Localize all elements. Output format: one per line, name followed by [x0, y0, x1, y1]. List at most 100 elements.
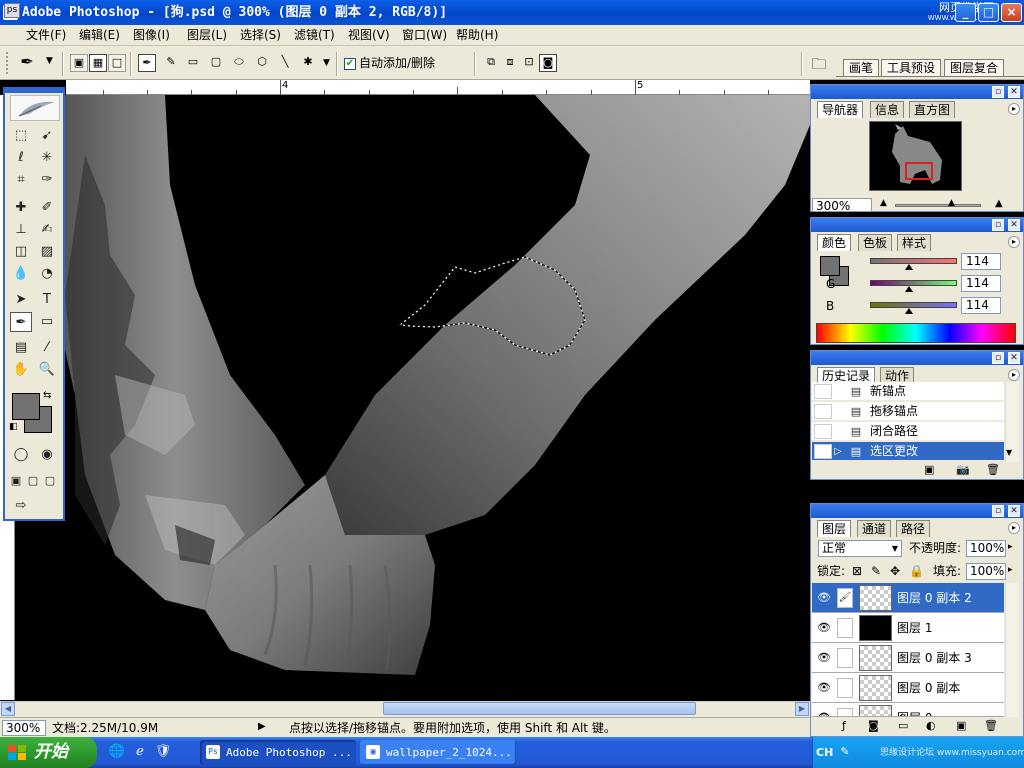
- exclude-path-icon[interactable]: ◙: [539, 54, 557, 72]
- opacity-slider-arrow-icon[interactable]: ▸: [1008, 542, 1013, 552]
- blue-value-field[interactable]: 114: [961, 297, 1001, 314]
- tab-layers[interactable]: 图层: [817, 520, 852, 537]
- healing-brush-icon[interactable]: ✚: [10, 198, 32, 218]
- layer-row[interactable]: 👁 图层 0: [812, 703, 1004, 717]
- panel-close-icon[interactable]: ✕: [1008, 219, 1020, 231]
- eye-icon[interactable]: 👁: [816, 680, 832, 696]
- menu-edit[interactable]: 编辑(E): [76, 27, 123, 44]
- tab-styles[interactable]: 样式: [897, 234, 932, 251]
- history-brush-icon[interactable]: ✍: [36, 220, 58, 240]
- green-slider[interactable]: [870, 280, 957, 286]
- freeform-pen-icon[interactable]: ✎: [162, 54, 180, 72]
- eye-icon[interactable]: 👁: [816, 650, 832, 666]
- custom-shape-icon[interactable]: ✱: [299, 54, 317, 72]
- pen-preset-icon[interactable]: ✒: [18, 54, 36, 72]
- eye-icon[interactable]: 👁: [816, 620, 832, 636]
- history-item[interactable]: ▤ 拖移锚点: [812, 402, 1004, 421]
- input-method-icon[interactable]: ✎: [838, 745, 852, 759]
- panel-close-icon[interactable]: ✕: [1008, 86, 1020, 98]
- lasso-tool-icon[interactable]: ℓ: [10, 148, 32, 168]
- hand-tool-icon[interactable]: ✋: [10, 360, 32, 380]
- trash-icon[interactable]: 🗑: [984, 719, 998, 732]
- scroll-left-icon[interactable]: ◀: [1, 702, 15, 716]
- quick-mask-icon[interactable]: ◉: [36, 445, 58, 465]
- trash-icon[interactable]: 🗑: [986, 463, 1000, 476]
- new-group-icon[interactable]: ▭: [898, 719, 908, 732]
- chevron-down-icon[interactable]: ▼: [323, 58, 330, 68]
- marquee-tool-icon[interactable]: ⬚: [10, 126, 32, 146]
- path-selection-icon[interactable]: ➤: [10, 290, 32, 310]
- panel-minimize-icon[interactable]: ▫: [992, 505, 1004, 517]
- color-foreground-swatch[interactable]: [820, 256, 840, 276]
- panel-menu-icon[interactable]: ▸: [1008, 522, 1020, 534]
- history-source-box[interactable]: [814, 404, 832, 419]
- navigator-thumbnail[interactable]: [869, 121, 962, 191]
- panel-close-icon[interactable]: ✕: [1008, 352, 1020, 364]
- navigator-zoom-slider-thumb-icon[interactable]: ▲: [948, 198, 955, 208]
- blue-slider-thumb-icon[interactable]: [905, 308, 913, 314]
- move-tool-icon[interactable]: ➹: [36, 126, 58, 146]
- history-item-selected[interactable]: ▷ ▤ 选区更改: [812, 442, 1004, 461]
- scroll-right-icon[interactable]: ▶: [795, 702, 809, 716]
- layer-row[interactable]: 👁 图层 0 副本: [812, 673, 1004, 703]
- color-spectrum-bar[interactable]: [816, 323, 1016, 343]
- polygon-icon[interactable]: ⬡: [253, 54, 271, 72]
- zoom-tool-icon[interactable]: 🔍: [36, 360, 58, 380]
- well-tab-brushes[interactable]: 画笔: [843, 59, 880, 76]
- taskbar-item-wallpaper[interactable]: ▣ wallpaper_2_1024...: [360, 740, 516, 765]
- standard-mode-icon[interactable]: ◯: [10, 445, 32, 465]
- layer-row[interactable]: 👁 图层 0 副本 3: [812, 643, 1004, 673]
- layer-link-box[interactable]: [837, 648, 853, 668]
- history-source-box[interactable]: [814, 384, 832, 399]
- scroll-down-icon[interactable]: ▼: [1006, 448, 1012, 458]
- default-colors-icon[interactable]: ◧: [9, 422, 18, 432]
- auto-add-delete-checkbox[interactable]: ✔ 自动添加/删除: [344, 55, 435, 71]
- status-menu-arrow-icon[interactable]: ▶: [258, 721, 266, 732]
- lock-image-icon[interactable]: ✎: [871, 564, 881, 578]
- file-browser-icon[interactable]: 🗀: [808, 54, 830, 74]
- taskbar-item-photoshop[interactable]: Ps Adobe Photoshop ...: [200, 740, 356, 765]
- panel-minimize-icon[interactable]: ▫: [992, 219, 1004, 231]
- zoom-out-icon[interactable]: ▲: [880, 198, 887, 208]
- tab-histogram[interactable]: 直方图: [909, 101, 956, 118]
- layer-link-box[interactable]: [837, 708, 853, 716]
- layer-link-box[interactable]: [837, 678, 853, 698]
- tab-swatches[interactable]: 色板: [858, 234, 893, 251]
- maximize-button[interactable]: □: [978, 3, 999, 22]
- history-source-box[interactable]: [814, 424, 832, 439]
- ellipse-icon[interactable]: ⬭: [230, 54, 248, 72]
- green-value-field[interactable]: 114: [961, 275, 1001, 292]
- layer-row[interactable]: 👁 图层 1: [812, 613, 1004, 643]
- document-canvas[interactable]: [15, 95, 810, 700]
- panel-minimize-icon[interactable]: ▫: [992, 352, 1004, 364]
- layer-row-selected[interactable]: 👁 🖌 图层 0 副本 2: [812, 583, 1004, 613]
- lock-transparency-icon[interactable]: ⊠: [852, 564, 862, 578]
- gradient-tool-icon[interactable]: ▨: [36, 242, 58, 262]
- paths-mode-icon[interactable]: ▦: [89, 54, 107, 72]
- brush-icon[interactable]: 🖌: [837, 588, 853, 608]
- ruler-horizontal[interactable]: 4 5: [66, 80, 810, 95]
- minimize-button[interactable]: _: [955, 3, 976, 22]
- menu-layer[interactable]: 图层(L): [184, 27, 230, 44]
- green-slider-thumb-icon[interactable]: [905, 286, 913, 292]
- tab-color[interactable]: 颜色: [817, 234, 852, 251]
- quicklaunch-app-icon[interactable]: 🛡: [154, 743, 172, 761]
- panel-menu-icon[interactable]: ▸: [1008, 236, 1020, 248]
- eraser-tool-icon[interactable]: ◫: [10, 242, 32, 262]
- screen-mode-full-icon[interactable]: ▢: [42, 471, 58, 491]
- menu-help[interactable]: 帮助(H): [453, 27, 501, 44]
- new-document-from-state-icon[interactable]: ▣: [924, 463, 934, 476]
- zoom-in-icon[interactable]: ▲: [995, 198, 1003, 209]
- chevron-down-icon[interactable]: ▼: [46, 56, 53, 66]
- lock-all-icon[interactable]: 🔒: [909, 564, 924, 578]
- blend-mode-select[interactable]: 正常 ▼: [818, 540, 902, 557]
- navigator-zoom-field[interactable]: 300%: [812, 198, 872, 212]
- well-tab-tool-presets[interactable]: 工具预设: [881, 59, 942, 76]
- menu-filter[interactable]: 滤镜(T): [291, 27, 338, 44]
- new-layer-icon[interactable]: ▣: [956, 719, 966, 732]
- navigator-zoom-slider[interactable]: [895, 204, 981, 207]
- quicklaunch-ie-icon[interactable]: ℯ: [131, 743, 149, 761]
- intersect-path-icon[interactable]: ⊡: [520, 54, 538, 72]
- layer-style-icon[interactable]: ƒ: [842, 719, 846, 732]
- pen-tool-option-icon[interactable]: ✒: [138, 54, 156, 72]
